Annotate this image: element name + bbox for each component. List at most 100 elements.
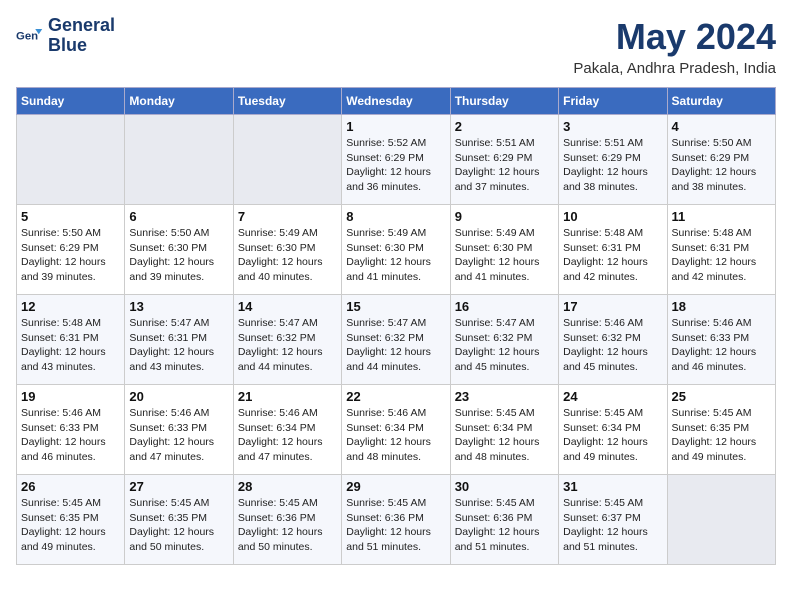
calendar-cell: 25 Sunrise: 5:45 AMSunset: 6:35 PMDayligh… xyxy=(667,385,775,475)
calendar-title: May 2024 xyxy=(573,16,776,58)
logo-line2: Blue xyxy=(48,36,115,56)
calendar-cell: 14Sunrise: 5:47 AMSunset: 6:32 PMDayligh… xyxy=(233,295,341,385)
day-number: 12 xyxy=(21,299,120,314)
calendar-cell: 19 Sunrise: 5:46 AMSunset: 6:33 PMDayligh… xyxy=(17,385,125,475)
col-header-tuesday: Tuesday xyxy=(233,88,341,115)
day-info: Sunrise: 5:46 AMSunset: 6:34 PMDaylight:… xyxy=(238,406,337,465)
day-info: Sunrise: 5:50 AMSunset: 6:29 PMDaylight:… xyxy=(21,226,120,285)
calendar-cell: 5 Sunrise: 5:50 AMSunset: 6:29 PMDaylight… xyxy=(17,205,125,295)
calendar-cell: 3 Sunrise: 5:51 AMSunset: 6:29 PMDaylight… xyxy=(559,115,667,205)
calendar-cell xyxy=(125,115,233,205)
day-number: 15 xyxy=(346,299,445,314)
day-number: 22 xyxy=(346,389,445,404)
day-number: 19 xyxy=(21,389,120,404)
calendar-cell: 31Sunrise: 5:45 AMSunset: 6:37 PMDayligh… xyxy=(559,475,667,565)
day-info: Sunrise: 5:50 AMSunset: 6:29 PMDaylight:… xyxy=(672,136,771,195)
calendar-cell: 7Sunrise: 5:49 AMSunset: 6:30 PMDaylight… xyxy=(233,205,341,295)
day-info: Sunrise: 5:45 AMSunset: 6:35 PMDaylight:… xyxy=(672,406,771,465)
day-number: 9 xyxy=(455,209,554,224)
day-number: 2 xyxy=(455,119,554,134)
calendar-cell xyxy=(233,115,341,205)
calendar-cell: 27 Sunrise: 5:45 AMSunset: 6:35 PMDayligh… xyxy=(125,475,233,565)
day-number: 30 xyxy=(455,479,554,494)
day-info: Sunrise: 5:49 AMSunset: 6:30 PMDaylight:… xyxy=(346,226,445,285)
calendar-cell: 1 Sunrise: 5:52 AMSunset: 6:29 PMDaylight… xyxy=(342,115,450,205)
day-info: Sunrise: 5:47 AMSunset: 6:32 PMDaylight:… xyxy=(346,316,445,375)
calendar-cell: 15 Sunrise: 5:47 AMSunset: 6:32 PMDayligh… xyxy=(342,295,450,385)
page-header: Gen General Blue May 2024 Pakala, Andhra… xyxy=(16,16,776,77)
col-header-sunday: Sunday xyxy=(17,88,125,115)
day-info: Sunrise: 5:45 AMSunset: 6:34 PMDaylight:… xyxy=(455,406,554,465)
logo-text: General Blue xyxy=(48,16,115,56)
day-info: Sunrise: 5:45 AMSunset: 6:37 PMDaylight:… xyxy=(563,496,662,555)
calendar-cell: 9Sunrise: 5:49 AMSunset: 6:30 PMDaylight… xyxy=(450,205,558,295)
calendar-cell: 22Sunrise: 5:46 AMSunset: 6:34 PMDayligh… xyxy=(342,385,450,475)
day-number: 29 xyxy=(346,479,445,494)
calendar-cell xyxy=(667,475,775,565)
day-number: 6 xyxy=(129,209,228,224)
calendar-cell xyxy=(17,115,125,205)
day-info: Sunrise: 5:51 AMSunset: 6:29 PMDaylight:… xyxy=(563,136,662,195)
calendar-cell: 26Sunrise: 5:45 AMSunset: 6:35 PMDayligh… xyxy=(17,475,125,565)
day-info: Sunrise: 5:45 AMSunset: 6:36 PMDaylight:… xyxy=(238,496,337,555)
day-info: Sunrise: 5:45 AMSunset: 6:35 PMDaylight:… xyxy=(21,496,120,555)
day-info: Sunrise: 5:52 AMSunset: 6:29 PMDaylight:… xyxy=(346,136,445,195)
col-header-thursday: Thursday xyxy=(450,88,558,115)
calendar-cell: 11Sunrise: 5:48 AMSunset: 6:31 PMDayligh… xyxy=(667,205,775,295)
day-info: Sunrise: 5:47 AMSunset: 6:31 PMDaylight:… xyxy=(129,316,228,375)
day-info: Sunrise: 5:45 AMSunset: 6:36 PMDaylight:… xyxy=(346,496,445,555)
day-info: Sunrise: 5:46 AMSunset: 6:32 PMDaylight:… xyxy=(563,316,662,375)
day-info: Sunrise: 5:46 AMSunset: 6:33 PMDaylight:… xyxy=(672,316,771,375)
day-info: Sunrise: 5:51 AMSunset: 6:29 PMDaylight:… xyxy=(455,136,554,195)
day-info: Sunrise: 5:49 AMSunset: 6:30 PMDaylight:… xyxy=(238,226,337,285)
day-info: Sunrise: 5:48 AMSunset: 6:31 PMDaylight:… xyxy=(672,226,771,285)
day-number: 13 xyxy=(129,299,228,314)
day-number: 3 xyxy=(563,119,662,134)
day-number: 1 xyxy=(346,119,445,134)
logo: Gen General Blue xyxy=(16,16,115,56)
calendar-cell: 12 Sunrise: 5:48 AMSunset: 6:31 PMDayligh… xyxy=(17,295,125,385)
day-number: 27 xyxy=(129,479,228,494)
day-number: 23 xyxy=(455,389,554,404)
day-number: 10 xyxy=(563,209,662,224)
calendar-cell: 17 Sunrise: 5:46 AMSunset: 6:32 PMDayligh… xyxy=(559,295,667,385)
day-info: Sunrise: 5:45 AMSunset: 6:35 PMDaylight:… xyxy=(129,496,228,555)
calendar-cell: 4 Sunrise: 5:50 AMSunset: 6:29 PMDaylight… xyxy=(667,115,775,205)
day-number: 4 xyxy=(672,119,771,134)
title-block: May 2024 Pakala, Andhra Pradesh, India xyxy=(573,16,776,77)
calendar-cell: 10 Sunrise: 5:48 AMSunset: 6:31 PMDayligh… xyxy=(559,205,667,295)
calendar-table: SundayMondayTuesdayWednesdayThursdayFrid… xyxy=(16,87,776,565)
day-info: Sunrise: 5:46 AMSunset: 6:33 PMDaylight:… xyxy=(129,406,228,465)
col-header-monday: Monday xyxy=(125,88,233,115)
day-number: 28 xyxy=(238,479,337,494)
day-number: 5 xyxy=(21,209,120,224)
day-number: 24 xyxy=(563,389,662,404)
col-header-saturday: Saturday xyxy=(667,88,775,115)
day-info: Sunrise: 5:47 AMSunset: 6:32 PMDaylight:… xyxy=(455,316,554,375)
day-info: Sunrise: 5:46 AMSunset: 6:33 PMDaylight:… xyxy=(21,406,120,465)
calendar-subtitle: Pakala, Andhra Pradesh, India xyxy=(573,60,776,77)
day-info: Sunrise: 5:48 AMSunset: 6:31 PMDaylight:… xyxy=(563,226,662,285)
calendar-cell: 8Sunrise: 5:49 AMSunset: 6:30 PMDaylight… xyxy=(342,205,450,295)
day-info: Sunrise: 5:45 AMSunset: 6:36 PMDaylight:… xyxy=(455,496,554,555)
day-info: Sunrise: 5:47 AMSunset: 6:32 PMDaylight:… xyxy=(238,316,337,375)
day-info: Sunrise: 5:45 AMSunset: 6:34 PMDaylight:… xyxy=(563,406,662,465)
day-number: 16 xyxy=(455,299,554,314)
col-header-wednesday: Wednesday xyxy=(342,88,450,115)
calendar-cell: 24 Sunrise: 5:45 AMSunset: 6:34 PMDayligh… xyxy=(559,385,667,475)
calendar-cell: 28 Sunrise: 5:45 AMSunset: 6:36 PMDayligh… xyxy=(233,475,341,565)
calendar-cell: 29 Sunrise: 5:45 AMSunset: 6:36 PMDayligh… xyxy=(342,475,450,565)
col-header-friday: Friday xyxy=(559,88,667,115)
day-number: 20 xyxy=(129,389,228,404)
day-info: Sunrise: 5:48 AMSunset: 6:31 PMDaylight:… xyxy=(21,316,120,375)
calendar-cell: 2 Sunrise: 5:51 AMSunset: 6:29 PMDaylight… xyxy=(450,115,558,205)
calendar-cell: 30 Sunrise: 5:45 AMSunset: 6:36 PMDayligh… xyxy=(450,475,558,565)
calendar-cell: 13 Sunrise: 5:47 AMSunset: 6:31 PMDayligh… xyxy=(125,295,233,385)
calendar-cell: 18 Sunrise: 5:46 AMSunset: 6:33 PMDayligh… xyxy=(667,295,775,385)
day-number: 25 xyxy=(672,389,771,404)
day-number: 17 xyxy=(563,299,662,314)
calendar-cell: 16 Sunrise: 5:47 AMSunset: 6:32 PMDayligh… xyxy=(450,295,558,385)
calendar-cell: 6Sunrise: 5:50 AMSunset: 6:30 PMDaylight… xyxy=(125,205,233,295)
calendar-cell: 23 Sunrise: 5:45 AMSunset: 6:34 PMDayligh… xyxy=(450,385,558,475)
day-number: 18 xyxy=(672,299,771,314)
